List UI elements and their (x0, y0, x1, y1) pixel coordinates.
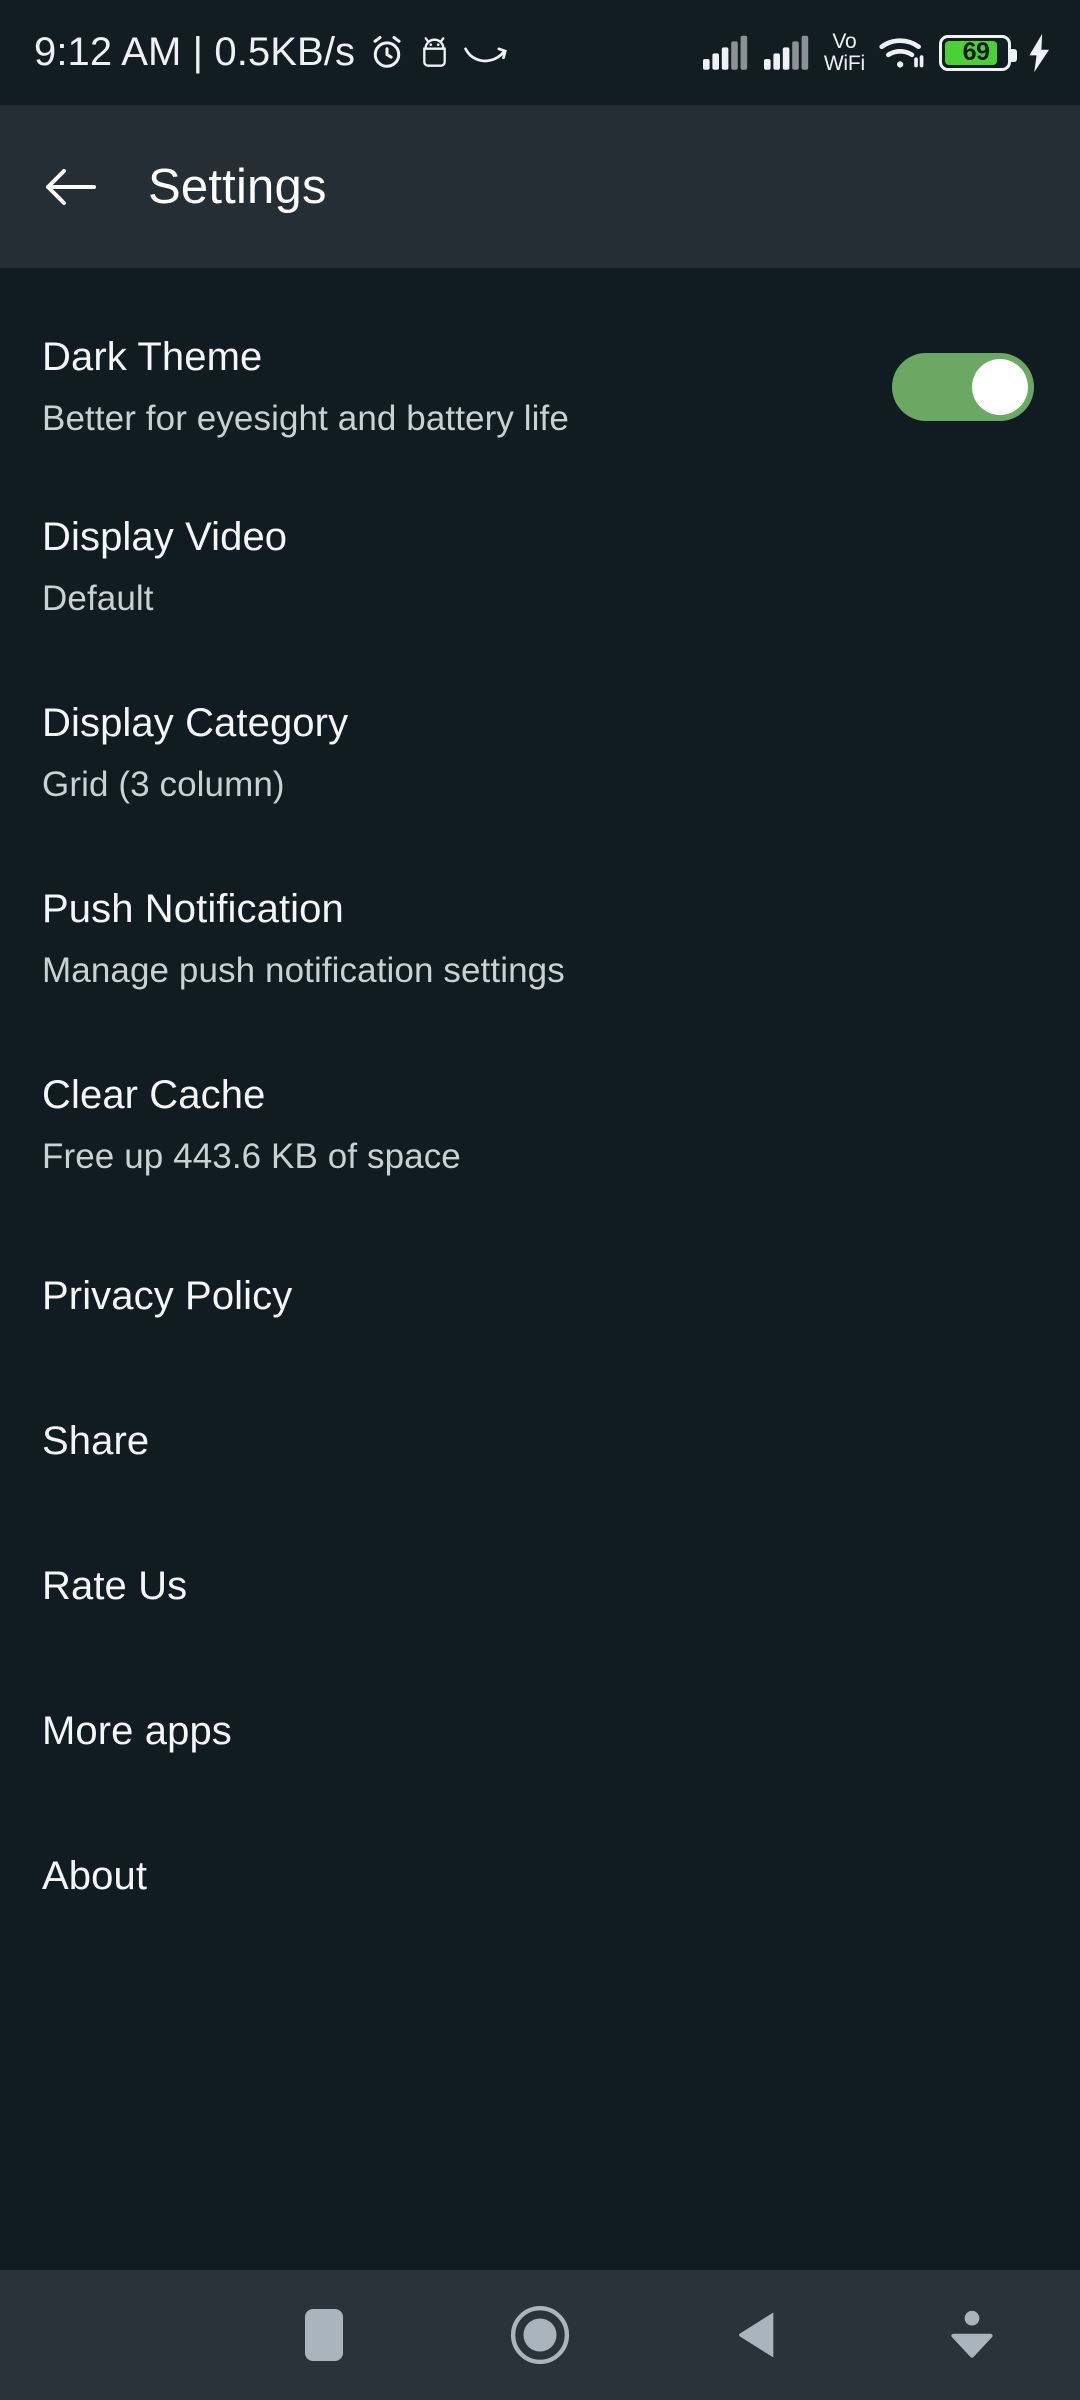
status-bar-right: Vo WiFi 69 (702, 31, 1054, 74)
page-title: Settings (148, 159, 327, 214)
toggle-thumb (972, 358, 1028, 415)
charging-bolt-icon (1024, 33, 1054, 73)
setting-subtitle: Grid (3 column) (42, 765, 285, 805)
setting-subtitle: Better for eyesight and battery life (42, 399, 569, 439)
setting-item-text: Push Notification Manage push notificati… (42, 886, 1038, 992)
setting-item-text: Dark Theme Better for eyesight and batte… (42, 334, 892, 440)
setting-item-dark-theme[interactable]: Dark Theme Better for eyesight and batte… (42, 334, 1038, 440)
phone-screen: 9:12 AM | 0.5KB/s Vo WiFi 69 Settings Da… (0, 0, 1080, 2400)
setting-subtitle: Manage push notification settings (42, 951, 565, 991)
setting-item-text: More apps (42, 1708, 1038, 1754)
setting-item-display-category[interactable]: Display Category Grid (3 column) (42, 700, 1038, 806)
setting-title: Clear Cache (42, 1072, 266, 1117)
amazon-swoosh-icon (463, 40, 511, 66)
setting-item-push-notification[interactable]: Push Notification Manage push notificati… (42, 886, 1038, 992)
volte-line-1: Vo (832, 29, 857, 53)
setting-item-text: Rate Us (42, 1563, 1038, 1609)
setting-item-text: Share (42, 1418, 1038, 1464)
setting-title: Dark Theme (42, 335, 263, 379)
setting-subtitle: Default (42, 579, 154, 619)
setting-item-text: Display Category Grid (3 column) (42, 700, 1038, 806)
status-clock: 9:12 AM | 0.5KB/s (34, 30, 356, 74)
system-navigation-bar (0, 2270, 1080, 2400)
app-bar: Settings (0, 105, 1080, 268)
setting-item-more-apps[interactable]: More apps (42, 1694, 1038, 1768)
setting-title: Rate Us (42, 1563, 188, 1608)
back-button-nav[interactable] (648, 2270, 864, 2400)
status-bar-left: 9:12 AM | 0.5KB/s (34, 30, 511, 75)
setting-title: Display Category (42, 700, 349, 745)
signal-bars-icon (702, 35, 750, 71)
collapse-button[interactable] (864, 2270, 1080, 2400)
setting-item-text: Display Video Default (42, 514, 1038, 620)
setting-item-display-video[interactable]: Display Video Default (42, 514, 1038, 620)
setting-item-share[interactable]: Share (42, 1404, 1038, 1478)
back-button[interactable] (42, 159, 98, 215)
setting-subtitle: Free up 443.6 KB of space (42, 1137, 461, 1177)
dark-theme-toggle[interactable] (892, 352, 1034, 421)
setting-title: About (42, 1853, 148, 1898)
setting-title: More apps (42, 1708, 232, 1753)
setting-item-privacy-policy[interactable]: Privacy Policy (42, 1259, 1038, 1333)
status-bar: 9:12 AM | 0.5KB/s Vo WiFi 69 (0, 0, 1080, 105)
battery-level: 69 (962, 38, 990, 66)
settings-list: Dark Theme Better for eyesight and batte… (0, 268, 1080, 2270)
recents-button[interactable] (216, 2270, 432, 2400)
home-button[interactable] (432, 2270, 648, 2400)
home-circle-icon (510, 2305, 570, 2365)
setting-item-about[interactable]: About (42, 1839, 1038, 1913)
setting-item-text: Privacy Policy (42, 1273, 1038, 1319)
setting-title: Privacy Policy (42, 1273, 293, 1318)
setting-title: Push Notification (42, 886, 344, 931)
alarm-clock-icon (368, 34, 406, 72)
setting-item-clear-cache[interactable]: Clear Cache Free up 443.6 KB of space (42, 1072, 1038, 1178)
recents-square-icon (305, 2309, 343, 2361)
setting-title: Share (42, 1418, 150, 1463)
back-triangle-icon (739, 2312, 774, 2358)
android-head-icon (419, 36, 450, 70)
setting-title: Display Video (42, 514, 288, 559)
wifi-icon (878, 34, 926, 72)
collapse-down-icon (951, 2310, 993, 2358)
setting-item-text: About (42, 1853, 1038, 1899)
signal-bars-icon (763, 35, 811, 71)
setting-item-rate-us[interactable]: Rate Us (42, 1549, 1038, 1623)
setting-item-text: Clear Cache Free up 443.6 KB of space (42, 1072, 1038, 1178)
volte-wifi-label: Vo WiFi (824, 31, 865, 74)
volte-line-2: WiFi (823, 51, 865, 75)
battery-indicator: 69 (939, 34, 1017, 71)
